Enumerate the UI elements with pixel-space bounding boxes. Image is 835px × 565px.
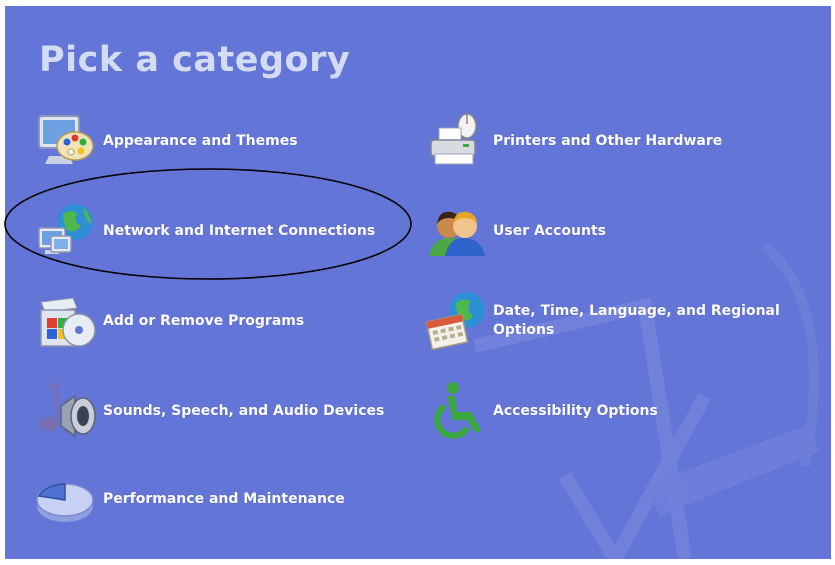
category-label: Sounds, Speech, and Audio Devices xyxy=(103,402,385,419)
category-date-time-language[interactable]: Date, Time, Language, and Regional Optio… xyxy=(423,286,793,356)
network-globe-icon xyxy=(33,196,99,266)
page-title: Pick a category xyxy=(39,40,351,80)
category-label: Appearance and Themes xyxy=(103,132,298,149)
category-network-internet[interactable]: Network and Internet Connections xyxy=(33,196,375,266)
category-appearance-themes[interactable]: Appearance and Themes xyxy=(33,106,298,176)
category-label: Printers and Other Hardware xyxy=(493,132,723,149)
pie-chart-icon xyxy=(33,464,99,534)
category-add-remove-programs[interactable]: Add or Remove Programs xyxy=(33,286,304,356)
category-label: Add or Remove Programs xyxy=(103,312,305,329)
category-printers-hardware[interactable]: Printers and Other Hardware xyxy=(423,106,722,176)
printer-mouse-icon xyxy=(423,106,489,176)
speaker-music-icon xyxy=(33,376,99,446)
category-label: Accessibility Options xyxy=(493,402,658,419)
accessibility-icon xyxy=(423,376,489,446)
category-label: Network and Internet Connections xyxy=(103,222,376,239)
category-user-accounts[interactable]: User Accounts xyxy=(423,196,606,266)
category-accessibility[interactable]: Accessibility Options xyxy=(423,376,658,446)
category-label: Date, Time, Language, and Regional Optio… xyxy=(493,303,780,338)
appearance-themes-icon xyxy=(33,106,99,176)
calendar-globe-icon xyxy=(423,286,489,356)
category-performance-maintenance[interactable]: Performance and Maintenance xyxy=(33,464,345,534)
category-label: Performance and Maintenance xyxy=(103,490,345,507)
category-sounds-audio[interactable]: Sounds, Speech, and Audio Devices xyxy=(33,376,384,446)
user-accounts-icon xyxy=(423,196,489,266)
category-label: User Accounts xyxy=(493,222,606,239)
control-panel-category-view: Pick a category Appearance and Themes Pr… xyxy=(5,6,831,559)
add-remove-programs-icon xyxy=(33,286,99,356)
